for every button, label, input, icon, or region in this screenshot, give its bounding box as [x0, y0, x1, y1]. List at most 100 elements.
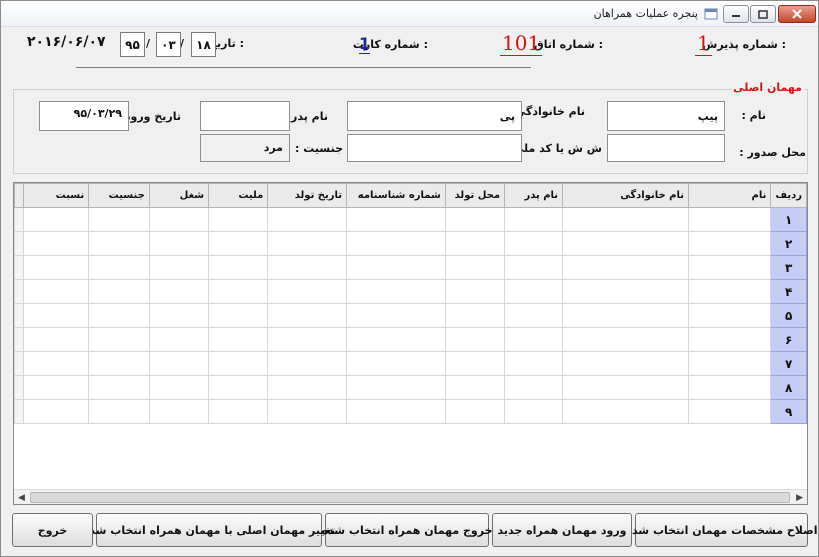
table-cell[interactable] [688, 375, 772, 400]
table-row[interactable]: ۴ [14, 279, 807, 304]
companions-grid[interactable]: نسبت جنسیت شغل ملیت تاریخ تولد شماره شنا… [13, 182, 808, 505]
table-cell[interactable] [688, 351, 772, 376]
table-cell[interactable] [444, 351, 506, 376]
table-cell[interactable] [562, 303, 690, 328]
add-new-companion-button[interactable]: ورود مهمان همراه جدید [492, 513, 632, 547]
table-cell[interactable] [346, 207, 446, 232]
table-cell[interactable] [444, 327, 506, 352]
table-cell[interactable] [22, 279, 90, 304]
table-cell[interactable] [148, 279, 210, 304]
column-header-nationality[interactable]: ملیت [208, 183, 269, 208]
table-row[interactable]: ۶ [14, 327, 807, 352]
row-number-cell[interactable]: ۵ [770, 303, 807, 328]
column-header-birth-place[interactable]: محل تولد [444, 183, 506, 208]
table-cell[interactable] [148, 231, 210, 256]
entry-date-field[interactable]: ۹۵/۰۳/۲۹ [39, 101, 129, 131]
table-cell[interactable] [267, 375, 348, 400]
table-cell[interactable] [22, 327, 90, 352]
table-cell[interactable] [444, 279, 506, 304]
table-cell[interactable] [148, 303, 210, 328]
column-header-birth-date[interactable]: تاریخ تولد [267, 183, 348, 208]
table-row[interactable]: ۹ [14, 399, 807, 424]
table-cell[interactable] [88, 231, 150, 256]
table-row[interactable]: ۱ [14, 207, 807, 232]
table-cell[interactable] [444, 303, 506, 328]
table-row[interactable]: ۸ [14, 375, 807, 400]
table-cell[interactable] [208, 255, 269, 280]
table-cell[interactable] [562, 375, 690, 400]
date-month-box[interactable]: ۰۳ [156, 32, 181, 57]
table-cell[interactable] [88, 303, 150, 328]
row-number-cell[interactable]: ۶ [770, 327, 807, 352]
table-cell[interactable] [22, 207, 90, 232]
table-cell[interactable] [562, 207, 690, 232]
table-cell[interactable] [688, 231, 772, 256]
table-cell[interactable] [267, 255, 348, 280]
table-row[interactable]: ۷ [14, 351, 807, 376]
row-number-cell[interactable]: ۴ [770, 279, 807, 304]
table-cell[interactable] [88, 351, 150, 376]
table-cell[interactable] [148, 327, 210, 352]
table-cell[interactable] [148, 399, 210, 424]
table-row[interactable]: ۳ [14, 255, 807, 280]
table-cell[interactable] [267, 279, 348, 304]
table-cell[interactable] [444, 255, 506, 280]
issue-place-field[interactable] [607, 134, 725, 162]
last-name-field[interactable]: پی [347, 101, 522, 131]
table-cell[interactable] [504, 327, 564, 352]
checkout-selected-companion-button[interactable]: خروج مهمان همراه انتخاب شده [321, 513, 493, 547]
title-bar[interactable]: پنجره عملیات همراهان [1, 1, 818, 27]
table-cell[interactable] [208, 399, 269, 424]
table-cell[interactable] [346, 327, 446, 352]
table-cell[interactable] [688, 207, 772, 232]
table-cell[interactable] [504, 255, 564, 280]
table-cell[interactable] [267, 207, 348, 232]
table-cell[interactable] [208, 375, 269, 400]
table-cell[interactable] [22, 231, 90, 256]
column-header-job[interactable]: شغل [148, 183, 210, 208]
table-cell[interactable] [444, 399, 506, 424]
date-year-box[interactable]: ۹۵ [120, 32, 145, 57]
table-cell[interactable] [562, 279, 690, 304]
table-cell[interactable] [562, 351, 690, 376]
horizontal-scrollbar[interactable]: ◀ ▶ [14, 489, 807, 504]
table-cell[interactable] [504, 207, 564, 232]
table-cell[interactable] [88, 327, 150, 352]
table-cell[interactable] [562, 399, 690, 424]
table-cell[interactable] [688, 399, 772, 424]
scroll-right-icon[interactable]: ▶ [796, 493, 803, 503]
table-cell[interactable] [88, 399, 150, 424]
column-header-first-name[interactable]: نام [688, 183, 772, 208]
table-cell[interactable] [346, 351, 446, 376]
table-cell[interactable] [504, 303, 564, 328]
column-header-row-number[interactable]: ردیف [770, 183, 807, 208]
table-cell[interactable] [346, 279, 446, 304]
table-cell[interactable] [444, 231, 506, 256]
national-id-field[interactable] [347, 134, 522, 162]
table-cell[interactable] [504, 375, 564, 400]
table-cell[interactable] [148, 207, 210, 232]
row-number-cell[interactable]: ۹ [770, 399, 807, 424]
column-header-gender[interactable]: جنسیت [88, 183, 150, 208]
table-cell[interactable] [22, 303, 90, 328]
table-cell[interactable] [267, 327, 348, 352]
minimize-button[interactable] [723, 5, 749, 23]
exit-button[interactable]: خروج [12, 513, 93, 547]
table-cell[interactable] [504, 399, 564, 424]
table-row[interactable]: ۲ [14, 231, 807, 256]
table-cell[interactable] [688, 255, 772, 280]
table-cell[interactable] [88, 375, 150, 400]
table-cell[interactable] [208, 207, 269, 232]
close-button[interactable] [778, 5, 816, 23]
edit-selected-guest-button[interactable]: اصلاح مشخصات مهمان انتخاب شده [625, 513, 818, 547]
column-header-last-name[interactable]: نام خانوادگی [562, 183, 690, 208]
table-cell[interactable] [444, 375, 506, 400]
row-number-cell[interactable]: ۷ [770, 351, 807, 376]
table-cell[interactable] [267, 303, 348, 328]
table-cell[interactable] [267, 351, 348, 376]
maximize-button[interactable] [750, 5, 776, 23]
column-header-id-number[interactable]: شماره شناسنامه [346, 183, 446, 208]
table-cell[interactable] [22, 399, 90, 424]
table-cell[interactable] [562, 231, 690, 256]
table-cell[interactable] [688, 279, 772, 304]
